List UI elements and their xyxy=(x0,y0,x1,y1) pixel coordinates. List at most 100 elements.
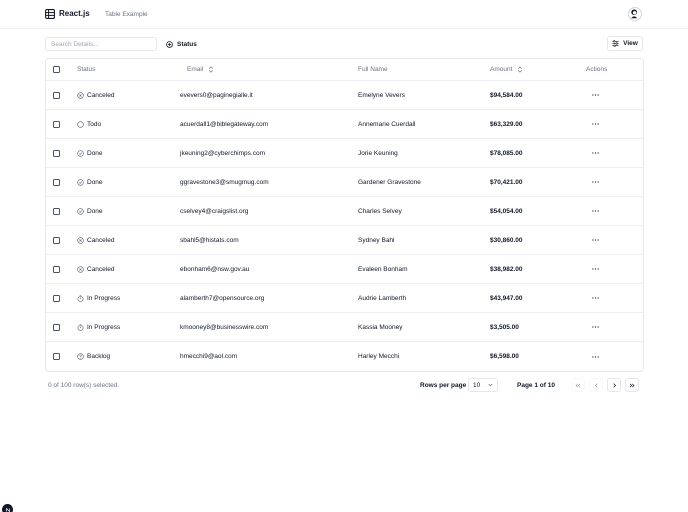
status-label: Done xyxy=(87,149,103,157)
status-filter-label: Status xyxy=(177,40,197,48)
select-all-checkbox[interactable] xyxy=(53,66,60,73)
row-checkbox[interactable] xyxy=(53,149,60,157)
row-actions-button[interactable] xyxy=(588,206,602,216)
chevron-left-icon xyxy=(594,382,598,388)
row-checkbox[interactable] xyxy=(53,120,60,128)
row-actions-button[interactable] xyxy=(588,177,602,187)
row-actions-button[interactable] xyxy=(588,90,602,100)
row-checkbox[interactable] xyxy=(53,207,60,215)
more-horizontal-icon xyxy=(591,326,599,328)
row-actions-button[interactable] xyxy=(588,322,602,332)
email-sort-button[interactable]: Email xyxy=(187,65,214,74)
view-button-label: View xyxy=(623,40,638,47)
chevron-right-icon xyxy=(612,382,616,388)
n-logo-icon xyxy=(5,507,10,512)
more-horizontal-icon xyxy=(591,152,599,154)
status-label: In Progress xyxy=(87,294,121,302)
table-row: Canceled sbahl5@histats.com Sydney Bahl $30… xyxy=(46,226,643,255)
more-horizontal-icon xyxy=(591,355,599,358)
status-filter-button[interactable]: Status xyxy=(162,37,201,51)
amount-sort-button[interactable]: Amount xyxy=(490,65,523,74)
circle-x-icon xyxy=(77,91,84,99)
full-name-cell: Jorie Keuning xyxy=(358,149,398,157)
row-actions-button[interactable] xyxy=(588,352,602,362)
amount-cell: $54,054.00 xyxy=(490,207,523,215)
row-actions-button[interactable] xyxy=(588,235,602,245)
status-cell: Backlog xyxy=(77,352,110,361)
email-cell: hmecchi9@aol.com xyxy=(180,353,238,360)
email-cell: cselvey4@craigslist.org xyxy=(180,207,249,215)
amount-cell: $30,860.00 xyxy=(490,236,523,244)
table-row: Done cselvey4@craigslist.org Charles Selve… xyxy=(46,197,643,226)
row-actions-button[interactable] xyxy=(588,119,602,129)
column-header-full-name: Full Name xyxy=(358,66,388,73)
timer-icon xyxy=(77,294,84,302)
amount-cell: $78,085.00 xyxy=(490,149,523,157)
amount-cell: $63,329.00 xyxy=(490,120,523,128)
last-page-button[interactable] xyxy=(625,378,639,392)
more-horizontal-icon xyxy=(591,239,599,241)
first-page-button[interactable] xyxy=(571,378,585,392)
status-cell: Canceled xyxy=(77,236,114,245)
user-avatar[interactable] xyxy=(628,7,642,21)
row-checkbox[interactable] xyxy=(53,91,60,99)
column-header-status: Status xyxy=(77,66,96,73)
nav-link-table-example[interactable]: Table Example xyxy=(105,10,148,19)
view-button[interactable]: View xyxy=(607,36,643,51)
rows-per-page-value: 10 xyxy=(473,381,481,389)
status-cell: Canceled xyxy=(77,265,114,274)
corner-badge-icon[interactable] xyxy=(2,504,13,512)
more-horizontal-icon xyxy=(591,123,599,125)
full-name-cell: Kassia Mooney xyxy=(358,323,403,331)
rows-per-page-select[interactable]: 10 xyxy=(468,378,498,392)
status-cell: Canceled xyxy=(77,91,114,100)
table-row: In Progress kmooney8@businesswire.com Kass… xyxy=(46,313,643,342)
row-actions-button[interactable] xyxy=(588,293,602,303)
email-cell: kmooney8@businesswire.com xyxy=(180,323,269,331)
brand-name[interactable]: React.js xyxy=(59,9,90,19)
row-actions-button[interactable] xyxy=(588,148,602,158)
avatar-icon xyxy=(631,9,638,19)
status-cell: Done xyxy=(77,149,103,158)
row-checkbox[interactable] xyxy=(53,323,60,331)
status-label: Canceled xyxy=(87,265,115,273)
circle-x-icon xyxy=(77,236,84,244)
next-page-button[interactable] xyxy=(607,378,621,392)
table-row: Backlog hmecchi9@aol.com Harley Mecchi $6,5… xyxy=(46,342,643,371)
more-horizontal-icon xyxy=(591,268,599,270)
email-cell: sbahl5@histats.com xyxy=(180,236,239,244)
amount-cell: $38,982.00 xyxy=(490,265,523,273)
row-actions-button[interactable] xyxy=(588,264,602,274)
chevron-down-icon xyxy=(488,383,493,387)
row-checkbox[interactable] xyxy=(53,178,60,186)
status-label: Done xyxy=(87,178,103,186)
table-row: In Progress alamberth7@opensource.org Audr… xyxy=(46,284,643,313)
email-cell: evevers0@paginegialle.it xyxy=(180,91,253,99)
column-header-email: Email xyxy=(187,66,204,73)
full-name-cell: Harley Mecchi xyxy=(358,353,400,360)
table-row: Done ggravestone3@smugmug.com Gardener Gra… xyxy=(46,168,643,197)
row-checkbox[interactable] xyxy=(53,236,60,244)
full-name-cell: Charles Selvey xyxy=(358,207,402,215)
more-horizontal-icon xyxy=(591,297,599,299)
chevrons-right-icon xyxy=(629,383,635,387)
full-name-cell: Audrie Lamberth xyxy=(358,294,407,302)
row-checkbox[interactable] xyxy=(53,265,60,273)
sort-icon xyxy=(518,66,523,73)
amount-cell: $94,584.00 xyxy=(490,91,523,99)
plus-circle-icon xyxy=(166,40,173,48)
column-header-actions: Actions xyxy=(586,66,608,73)
amount-cell: $3,505.00 xyxy=(490,323,519,331)
previous-page-button[interactable] xyxy=(589,378,603,392)
table-icon xyxy=(45,9,55,19)
status-label: In Progress xyxy=(87,323,121,331)
status-label: Backlog xyxy=(87,353,111,360)
chevrons-left-icon xyxy=(575,383,581,387)
email-cell: jkeuning2@cyberchimps.com xyxy=(180,149,265,157)
page-indicator: Page 1 of 10 xyxy=(517,382,555,389)
search-input[interactable] xyxy=(45,37,157,51)
circle-check-icon xyxy=(77,178,84,186)
more-horizontal-icon xyxy=(591,181,599,183)
row-checkbox[interactable] xyxy=(53,294,60,302)
row-checkbox[interactable] xyxy=(53,353,60,360)
